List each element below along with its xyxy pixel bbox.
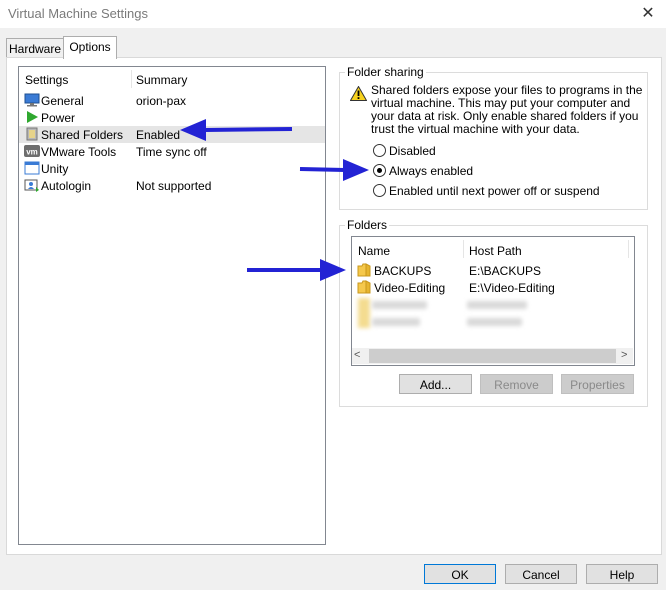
window-title: Virtual Machine Settings	[8, 6, 148, 21]
folder-sharing-legend: Folder sharing	[345, 65, 426, 79]
tab-hardware[interactable]: Hardware	[6, 38, 64, 58]
add-folder-button[interactable]: Add...	[399, 374, 472, 394]
ok-button[interactable]: OK	[424, 564, 496, 584]
settings-row-summary: orion-pax	[136, 94, 187, 108]
folder-row-name: Video-Editing	[374, 281, 446, 295]
radio-disabled-label[interactable]: Disabled	[389, 144, 436, 158]
remove-folder-button[interactable]: Remove	[480, 374, 553, 394]
radio-always-enabled[interactable]	[373, 164, 386, 177]
folders-host-path-header[interactable]: Host Path	[469, 244, 522, 258]
column-divider	[131, 70, 132, 88]
svg-text:vm: vm	[26, 148, 38, 157]
column-divider	[463, 240, 464, 258]
radio-enabled-until-power-off-label[interactable]: Enabled until next power off or suspend	[389, 184, 600, 198]
properties-button[interactable]: Properties	[561, 374, 634, 394]
settings-row-summary: Not supported	[136, 179, 212, 193]
redacted-text	[372, 318, 420, 326]
settings-row-name: VMware Tools	[41, 145, 117, 159]
cancel-button[interactable]: Cancel	[505, 564, 577, 584]
settings-row-vmware-tools[interactable]: vm VMware Tools Time sync off	[19, 143, 325, 160]
settings-row-shared-folders[interactable]: Shared Folders Enabled	[19, 126, 325, 143]
radio-enabled-until-power-off[interactable]	[373, 184, 386, 197]
scrollbar-thumb[interactable]	[369, 349, 616, 363]
monitor-icon	[24, 93, 40, 107]
redacted-folder-rows	[352, 296, 632, 330]
folder-icon	[357, 263, 371, 277]
settings-row-autologin[interactable]: Autologin Not supported	[19, 177, 325, 194]
folder-row-backups[interactable]: BACKUPS E:\BACKUPS	[352, 262, 632, 279]
unity-window-icon	[24, 161, 40, 175]
redacted-text	[372, 301, 427, 309]
folder-icon	[357, 280, 371, 294]
shared-folder-icon	[26, 127, 38, 141]
folder-row-host-path: E:\Video-Editing	[469, 281, 555, 295]
help-button[interactable]: Help	[586, 564, 658, 584]
scroll-right-icon[interactable]: >	[621, 349, 627, 361]
folder-row-name: BACKUPS	[374, 264, 432, 278]
summary-column-header[interactable]: Summary	[136, 73, 187, 87]
settings-row-name: Unity	[41, 162, 69, 176]
redacted-text	[467, 301, 527, 309]
vm-icon: vm	[24, 145, 40, 157]
autologin-icon	[24, 179, 39, 192]
settings-row-general[interactable]: General orion-pax	[19, 92, 325, 109]
play-icon	[27, 111, 38, 123]
settings-row-name: General	[41, 94, 84, 108]
settings-column-header[interactable]: Settings	[25, 73, 68, 87]
warning-line: trust the virtual machine with your data…	[371, 122, 580, 136]
folders-name-header[interactable]: Name	[358, 244, 390, 258]
warning-text: Shared folders expose your files to prog…	[371, 84, 651, 136]
radio-disabled[interactable]	[373, 144, 386, 157]
settings-row-name: Power	[41, 111, 76, 125]
settings-row-name: Autologin	[41, 179, 92, 193]
radio-always-enabled-label[interactable]: Always enabled	[389, 164, 473, 178]
settings-row-summary: Time sync off	[136, 145, 207, 159]
folders-legend: Folders	[345, 218, 390, 232]
scroll-left-icon[interactable]: <	[354, 349, 360, 361]
settings-row-power[interactable]: Power	[19, 109, 325, 126]
warning-icon	[350, 86, 367, 101]
settings-row-summary: Enabled	[136, 128, 181, 142]
column-divider	[628, 240, 629, 258]
tab-options[interactable]: Options	[63, 36, 117, 59]
close-icon[interactable]: ✕	[636, 3, 660, 23]
settings-row-unity[interactable]: Unity	[19, 160, 325, 177]
folder-row-video-editing[interactable]: Video-Editing E:\Video-Editing	[352, 279, 632, 296]
settings-row-name: Shared Folders	[41, 128, 124, 142]
folder-row-host-path: E:\BACKUPS	[469, 264, 542, 278]
redacted-text	[467, 318, 522, 326]
settings-list: Settings Summary General orion-pax Power…	[18, 66, 326, 545]
redacted-folder-icon	[358, 298, 370, 328]
